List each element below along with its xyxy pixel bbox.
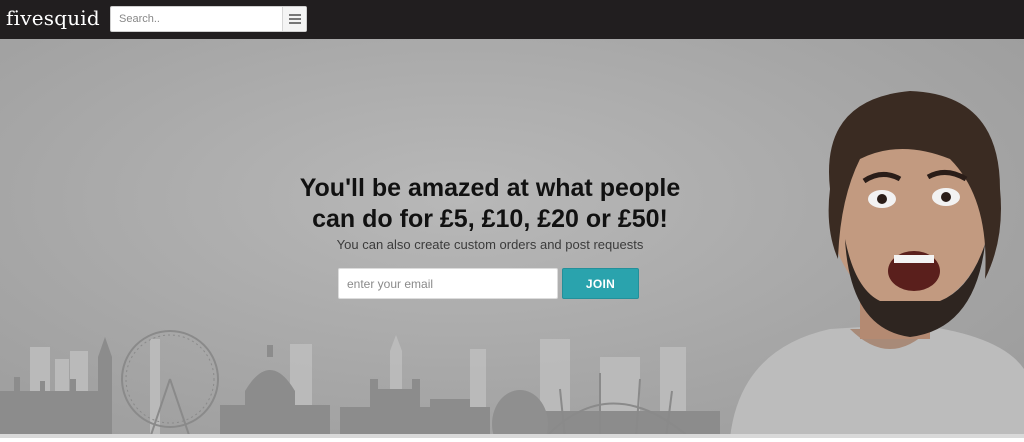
search-box: [110, 6, 307, 32]
site-logo[interactable]: fivesquid: [6, 6, 100, 30]
hero-headline: You'll be amazed at what people can do f…: [270, 173, 710, 235]
excited-man-photo: [730, 91, 1024, 438]
hero-headline-line2: can do for £5, £10, £20 or £50!: [312, 205, 668, 233]
hero-headline-line1: You'll be amazed at what people: [299, 174, 681, 202]
menu-button[interactable]: [282, 7, 306, 31]
hero-bottom-divider: [0, 434, 1024, 438]
join-button[interactable]: JOIN: [562, 268, 639, 299]
hero-subline: You can also create custom orders and po…: [336, 237, 644, 252]
hamburger-menu-icon: [288, 14, 301, 24]
hero-banner: You'll be amazed at what people can do f…: [0, 39, 1024, 438]
search-input[interactable]: [111, 7, 283, 31]
email-field[interactable]: [338, 268, 558, 299]
top-nav-bar: fivesquid: [0, 0, 1024, 39]
